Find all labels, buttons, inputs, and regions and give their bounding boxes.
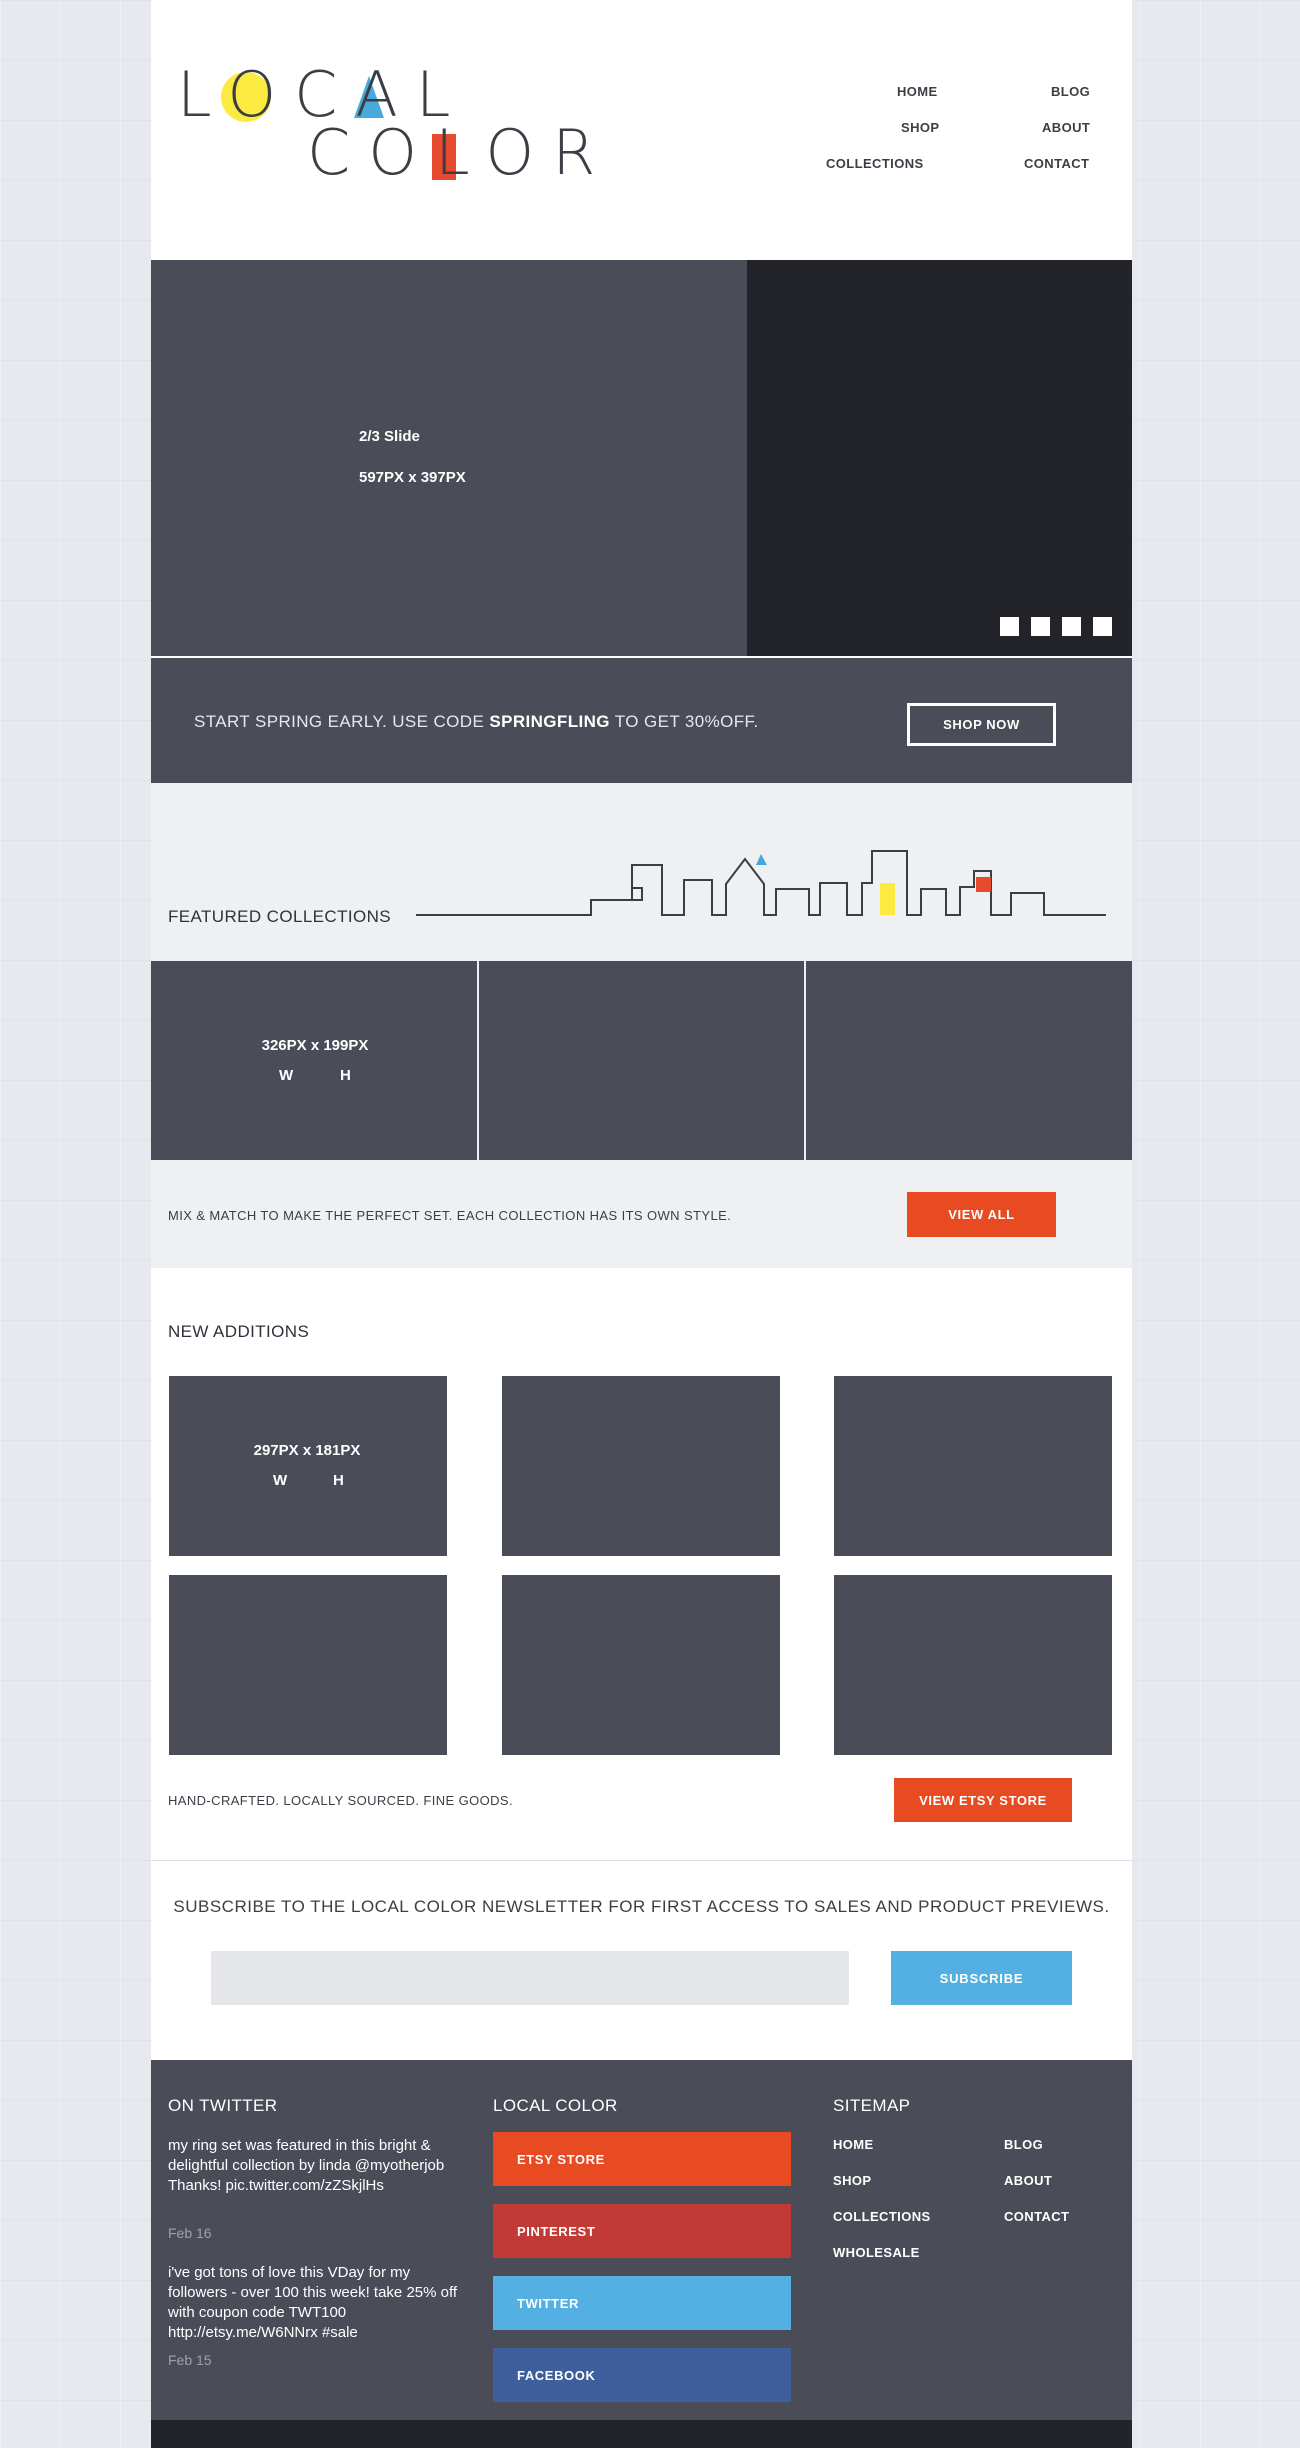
promo-text-before: START SPRING EARLY. USE CODE bbox=[194, 712, 490, 731]
twitter-title: ON TWITTER bbox=[168, 2096, 278, 2115]
nav-blog[interactable]: BLOG bbox=[1051, 84, 1090, 99]
etsy-store-link[interactable]: ETSY STORE bbox=[493, 2132, 791, 2186]
product-card[interactable] bbox=[502, 1376, 780, 1556]
footer-bottom-bar bbox=[151, 2420, 1132, 2448]
nav-collections[interactable]: COLLECTIONS bbox=[826, 156, 924, 171]
featured-dims: 326PX x 199PX bbox=[261, 1037, 369, 1054]
slider-dot[interactable] bbox=[1062, 617, 1081, 636]
subscribe-button[interactable]: SUBSCRIBE bbox=[891, 1951, 1072, 2005]
logo-line-2: COLOR bbox=[307, 116, 614, 189]
page: LOCAL COLOR HOME BLOG SHOP ABOUT COLLECT… bbox=[151, 0, 1133, 2448]
slider-dots bbox=[1000, 617, 1112, 636]
slide-title: 2/3 Slide bbox=[359, 428, 420, 445]
new-additions-title: NEW ADDITIONS bbox=[168, 1322, 310, 1341]
promo-text: START SPRING EARLY. USE CODE SPRINGFLING… bbox=[194, 712, 759, 732]
product-w: W bbox=[273, 1472, 288, 1489]
hero-slider[interactable]: 2/3 Slide 597PX x 397PX bbox=[151, 260, 1132, 656]
newsletter-text: SUBSCRIBE TO THE LOCAL COLOR NEWSLETTER … bbox=[173, 1897, 1110, 1916]
tweet-text[interactable]: my ring set was featured in this bright … bbox=[168, 2136, 458, 2196]
promo-banner: START SPRING EARLY. USE CODE SPRINGFLING… bbox=[151, 658, 1132, 783]
mix-match-bar: MIX & MATCH TO MAKE THE PERFECT SET. EAC… bbox=[151, 1160, 1132, 1268]
view-etsy-store-button[interactable]: VIEW ETSY STORE bbox=[894, 1778, 1072, 1822]
featured-collection-card[interactable]: 326PX x 199PX W H bbox=[151, 961, 477, 1160]
tagline: HAND-CRAFTED. LOCALLY SOURCED. FINE GOOD… bbox=[168, 1793, 513, 1808]
tweet-date: Feb 16 bbox=[168, 2225, 212, 2241]
product-card[interactable] bbox=[834, 1575, 1112, 1755]
featured-grid: 326PX x 199PX W H bbox=[151, 961, 1133, 1160]
product-card[interactable]: 297PX x 181PX W H bbox=[169, 1376, 447, 1556]
main-nav: HOME BLOG SHOP ABOUT COLLECTIONS CONTACT bbox=[811, 84, 1091, 174]
tweet-date: Feb 15 bbox=[168, 2352, 212, 2368]
shop-now-button[interactable]: SHOP NOW bbox=[907, 703, 1056, 746]
view-all-button[interactable]: VIEW ALL bbox=[907, 1192, 1056, 1237]
sitemap-about[interactable]: ABOUT bbox=[1004, 2173, 1052, 2188]
sitemap-blog[interactable]: BLOG bbox=[1004, 2137, 1043, 2152]
site-footer: ON TWITTER my ring set was featured in t… bbox=[151, 2060, 1132, 2420]
local-color-title: LOCAL COLOR bbox=[493, 2096, 618, 2115]
sitemap-shop[interactable]: SHOP bbox=[833, 2173, 871, 2188]
product-h: H bbox=[333, 1472, 344, 1489]
sitemap-contact[interactable]: CONTACT bbox=[1004, 2209, 1069, 2224]
newsletter-email-input[interactable] bbox=[211, 1951, 849, 2005]
slide-dimensions: 597PX x 397PX bbox=[359, 469, 466, 486]
slide-placeholder[interactable]: 2/3 Slide 597PX x 397PX bbox=[151, 260, 747, 656]
tweet-text[interactable]: i've got tons of love this VDay for my f… bbox=[168, 2263, 458, 2343]
nav-home[interactable]: HOME bbox=[897, 84, 938, 99]
featured-h: H bbox=[340, 1067, 351, 1084]
slider-dot[interactable] bbox=[1000, 617, 1019, 636]
product-card[interactable] bbox=[834, 1376, 1112, 1556]
promo-text-after: TO GET 30%OFF. bbox=[609, 712, 759, 731]
featured-title: FEATURED COLLECTIONS bbox=[168, 907, 392, 926]
featured-collection-card[interactable] bbox=[478, 961, 805, 1160]
featured-collection-card[interactable] bbox=[806, 961, 1133, 1160]
product-card[interactable] bbox=[169, 1575, 447, 1755]
twitter-link[interactable]: TWITTER bbox=[493, 2276, 791, 2330]
product-card[interactable] bbox=[502, 1575, 780, 1755]
site-header: LOCAL COLOR HOME BLOG SHOP ABOUT COLLECT… bbox=[151, 0, 1132, 260]
sitemap-title: SITEMAP bbox=[833, 2096, 911, 2115]
pinterest-link[interactable]: PINTEREST bbox=[493, 2204, 791, 2258]
promo-code: SPRINGFLING bbox=[489, 712, 610, 731]
mix-match-text: MIX & MATCH TO MAKE THE PERFECT SET. EAC… bbox=[168, 1208, 732, 1223]
sitemap-home[interactable]: HOME bbox=[833, 2137, 874, 2152]
logo[interactable]: LOCAL COLOR bbox=[177, 58, 595, 189]
featured-header: FEATURED COLLECTIONS bbox=[151, 783, 1132, 961]
sitemap-wholesale[interactable]: WHOLESALE bbox=[833, 2245, 920, 2260]
skyline-illustration bbox=[416, 850, 1106, 916]
slider-dot[interactable] bbox=[1031, 617, 1050, 636]
nav-contact[interactable]: CONTACT bbox=[1024, 156, 1089, 171]
featured-w: W bbox=[279, 1067, 294, 1084]
sitemap-collections[interactable]: COLLECTIONS bbox=[833, 2209, 931, 2224]
nav-shop[interactable]: SHOP bbox=[901, 120, 939, 135]
facebook-link[interactable]: FACEBOOK bbox=[493, 2348, 791, 2402]
nav-about[interactable]: ABOUT bbox=[1042, 120, 1090, 135]
divider bbox=[151, 1860, 1132, 1861]
slider-dot[interactable] bbox=[1093, 617, 1112, 636]
product-dims: 297PX x 181PX bbox=[253, 1442, 361, 1459]
